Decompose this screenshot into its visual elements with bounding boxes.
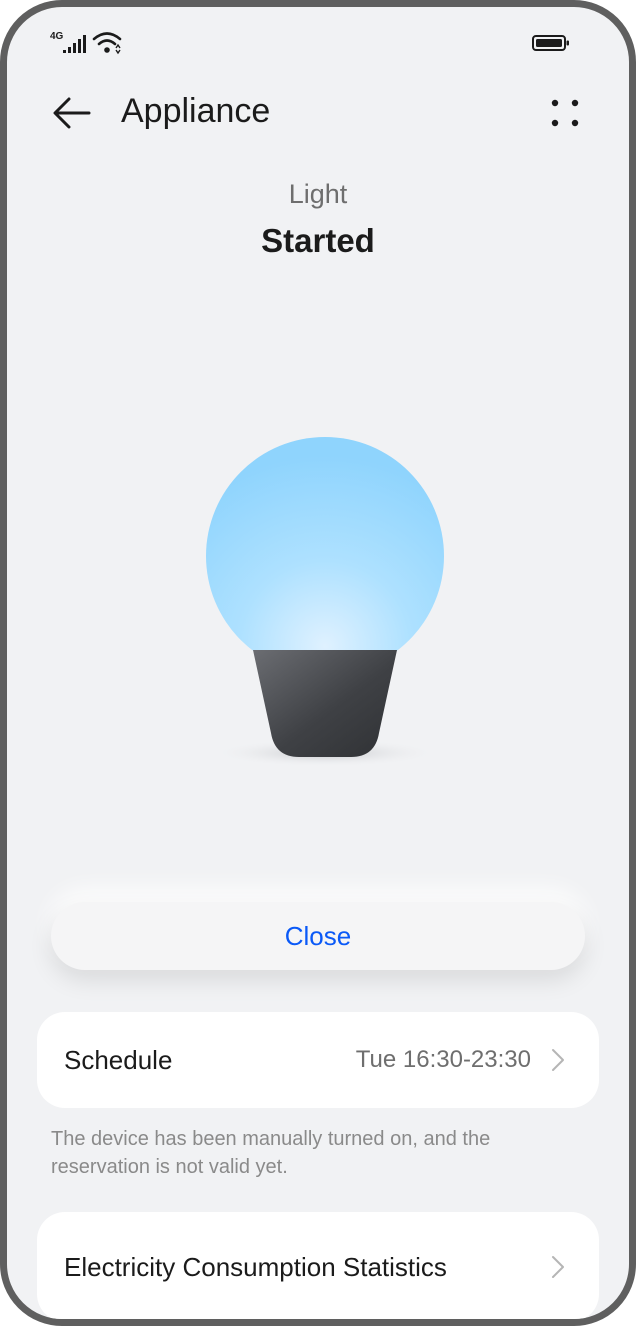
schedule-note: The device has been manually turned on, … — [51, 1128, 491, 1178]
chevron-right-icon — [552, 1256, 564, 1278]
wifi-icon — [92, 32, 122, 55]
app-bar: Appliance — [7, 77, 629, 157]
schedule-value: Tue 16:30-23:30 — [355, 1046, 531, 1073]
device-name: Light — [288, 179, 348, 209]
page-title: Appliance — [121, 92, 271, 130]
more-dots-icon[interactable] — [545, 93, 585, 133]
electricity-label: Electricity Consumption Statistics — [64, 1252, 447, 1282]
battery-icon — [532, 35, 569, 51]
chevron-right-icon — [552, 1049, 564, 1071]
signal-icon: 4G — [50, 31, 86, 53]
arrow-left-icon[interactable] — [49, 91, 93, 135]
network-type-label: 4G — [50, 31, 64, 42]
device-status: Started — [261, 222, 375, 259]
electricity-card[interactable]: Electricity Consumption Statistics — [37, 1212, 599, 1319]
phone-frame: 4G Appliance Light Started Close Schedul… — [0, 0, 636, 1326]
status-bar: 4G — [7, 7, 629, 77]
close-button[interactable]: Close — [51, 902, 585, 970]
schedule-card[interactable]: Schedule Tue 16:30-23:30 — [37, 1012, 599, 1108]
schedule-label: Schedule — [64, 1045, 173, 1075]
light-bulb-icon — [206, 437, 444, 767]
